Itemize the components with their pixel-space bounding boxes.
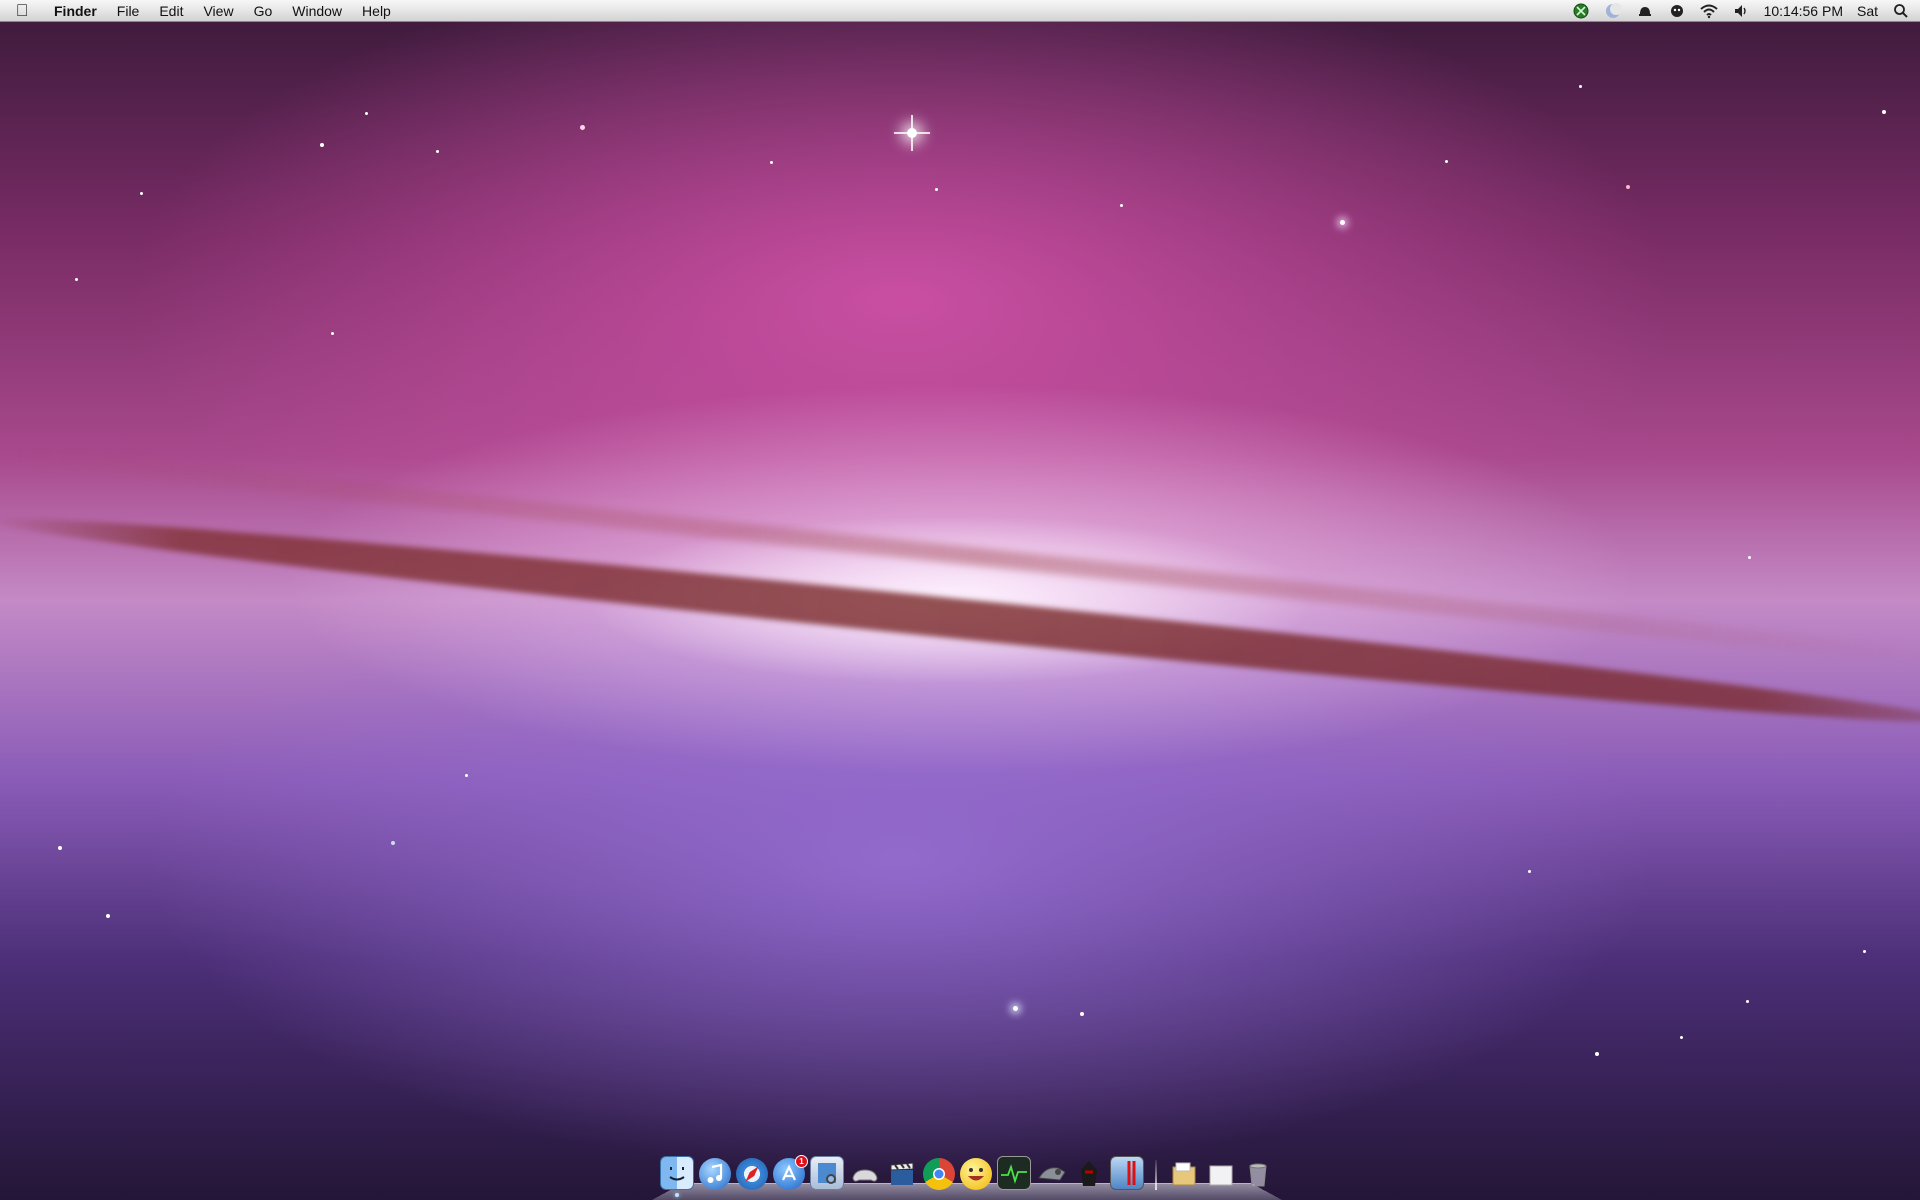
star xyxy=(935,188,938,191)
activity-monitor-icon[interactable] xyxy=(997,1156,1031,1190)
star xyxy=(140,192,143,195)
menu-file[interactable]: File xyxy=(107,0,150,22)
parallels-icon[interactable] xyxy=(1110,1156,1144,1190)
app-store-badge: 1 xyxy=(795,1155,808,1168)
star xyxy=(365,112,368,115)
star xyxy=(1579,85,1582,88)
moon-icon[interactable] xyxy=(1604,2,1622,20)
game-controller-icon[interactable] xyxy=(849,1158,881,1190)
menu-help[interactable]: Help xyxy=(352,0,401,22)
preview-icon[interactable] xyxy=(810,1156,844,1190)
star xyxy=(1746,1000,1749,1003)
menu-view[interactable]: View xyxy=(193,0,243,22)
star xyxy=(1626,185,1630,189)
star xyxy=(331,332,334,335)
downloads-stack-icon[interactable] xyxy=(1205,1158,1237,1190)
finder-icon[interactable] xyxy=(660,1156,694,1197)
dock-separator xyxy=(1155,1160,1157,1190)
star xyxy=(580,125,585,130)
apple-logo-icon[interactable]:  xyxy=(0,0,44,22)
skype-icon[interactable] xyxy=(1668,2,1686,20)
desktop-wallpaper xyxy=(0,0,1920,1200)
star xyxy=(1120,204,1123,207)
documents-stack-icon[interactable] xyxy=(1168,1158,1200,1190)
dock: 1 xyxy=(652,1146,1282,1200)
spotlight-search-icon[interactable] xyxy=(1892,2,1910,20)
star xyxy=(58,846,62,850)
menu-bar:  Finder File Edit View Go Window Help 1… xyxy=(0,0,1920,22)
app-store-icon[interactable]: 1 xyxy=(773,1155,808,1190)
star xyxy=(391,841,395,845)
star xyxy=(1882,110,1886,114)
star xyxy=(75,278,78,281)
star xyxy=(1748,556,1751,559)
menu-day[interactable]: Sat xyxy=(1857,3,1878,19)
safari-icon[interactable] xyxy=(736,1158,768,1190)
star xyxy=(1595,1052,1599,1056)
xbox-controller-icon[interactable] xyxy=(1572,2,1590,20)
star xyxy=(770,161,773,164)
star xyxy=(1080,1012,1084,1016)
clapperboard-icon[interactable] xyxy=(886,1158,918,1190)
menu-edit[interactable]: Edit xyxy=(149,0,193,22)
chrome-icon[interactable] xyxy=(923,1158,955,1190)
assassin-icon[interactable] xyxy=(1073,1158,1105,1190)
steam-icon[interactable] xyxy=(1036,1158,1068,1190)
smiley-icon[interactable] xyxy=(960,1158,992,1190)
volume-icon[interactable] xyxy=(1732,2,1750,20)
star xyxy=(1340,220,1345,225)
trash-icon[interactable] xyxy=(1242,1158,1274,1190)
star xyxy=(1528,870,1531,873)
star xyxy=(1863,950,1866,953)
star-flare xyxy=(894,115,930,151)
menu-go[interactable]: Go xyxy=(244,0,283,22)
itunes-icon[interactable] xyxy=(699,1158,731,1190)
wifi-icon[interactable] xyxy=(1699,2,1718,20)
star xyxy=(320,143,324,147)
star xyxy=(436,150,439,153)
menu-window[interactable]: Window xyxy=(282,0,352,22)
star xyxy=(1680,1036,1683,1039)
menu-clock[interactable]: 10:14:56 PM xyxy=(1764,3,1843,19)
star xyxy=(1013,1006,1018,1011)
menu-app-name[interactable]: Finder xyxy=(44,0,107,22)
star xyxy=(465,774,468,777)
time-machine-icon[interactable] xyxy=(1636,2,1654,20)
star xyxy=(1445,160,1448,163)
star xyxy=(106,914,110,918)
running-indicator xyxy=(675,1193,679,1197)
